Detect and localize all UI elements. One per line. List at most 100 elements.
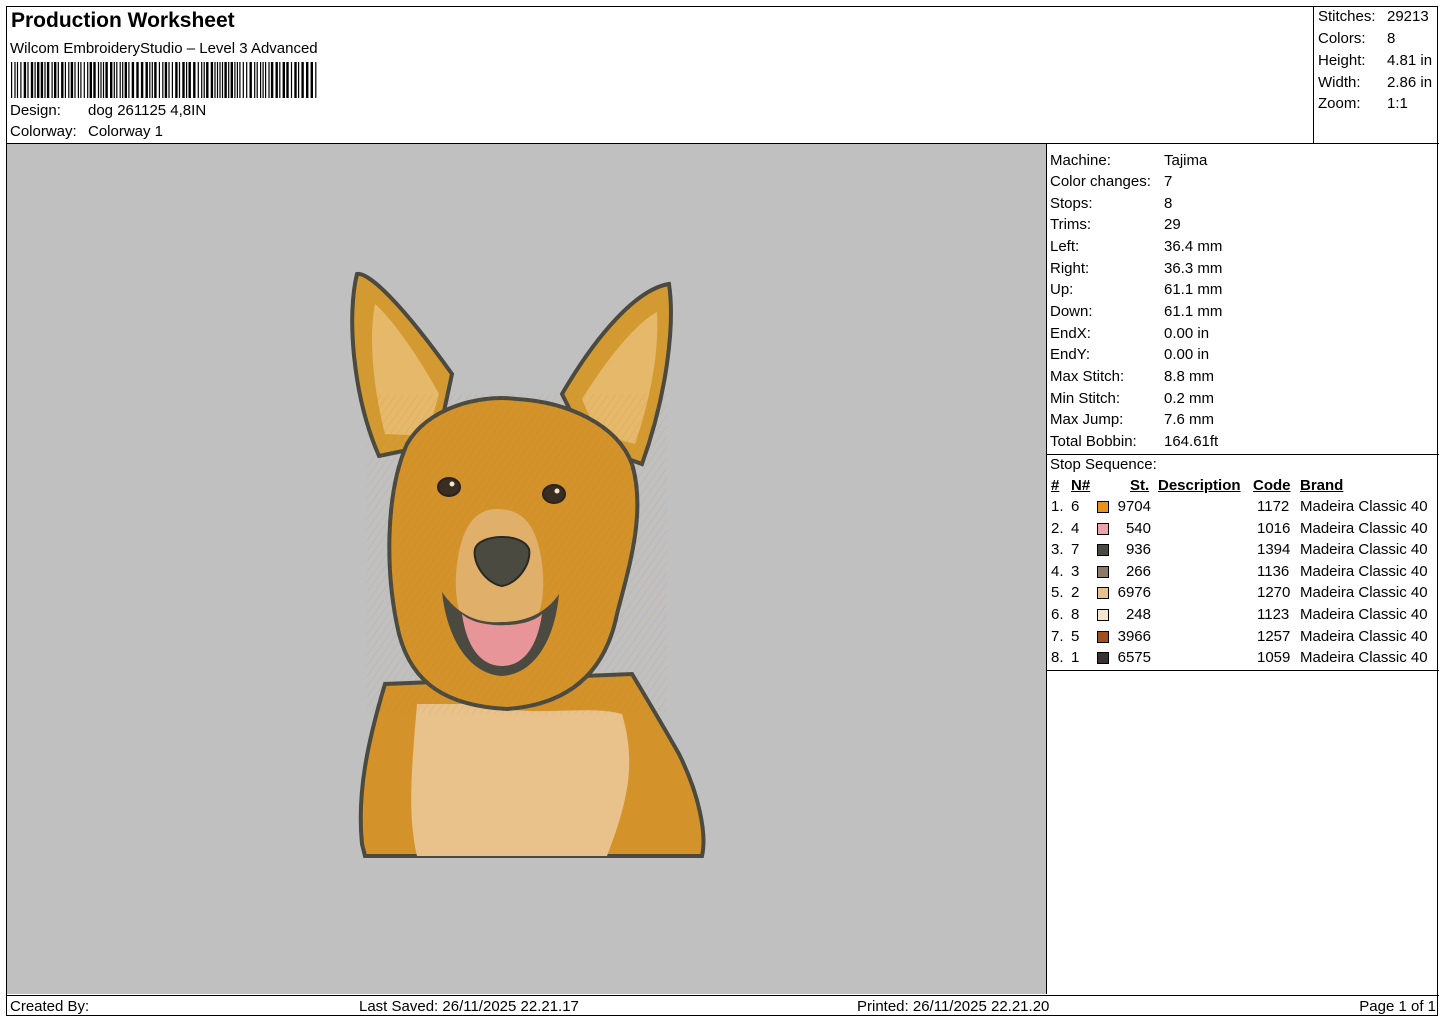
thread-color-swatch: [1097, 587, 1109, 600]
production-worksheet: Production Worksheet Wilcom EmbroiderySt…: [6, 6, 1439, 1017]
thread-code: 1257: [1257, 627, 1291, 645]
barcode-bar: [197, 62, 199, 98]
info-max-jump: Max Jump: 7.6 mm: [1050, 411, 1430, 432]
info-value: 8.8 mm: [1164, 368, 1215, 385]
stop-needle: 5: [1071, 627, 1080, 645]
barcode-bar: [286, 62, 289, 98]
barcode-bar: [68, 62, 70, 98]
col-header-brand: Brand: [1300, 477, 1344, 494]
barcode-bar: [186, 62, 188, 98]
divider: [1047, 670, 1439, 671]
summary-width: Width: 2.86 in: [1318, 74, 1438, 94]
barcode-bar: [151, 62, 153, 98]
thread-code: 1136: [1257, 562, 1290, 580]
barcode-bar: [260, 62, 262, 98]
info-color-changes: Color changes: 7: [1050, 173, 1430, 194]
barcode-bar: [219, 62, 221, 98]
info-label: EndX:: [1050, 325, 1091, 342]
dog-embroidery-image: [350, 271, 706, 858]
info-machine: Machine: Tajima: [1050, 152, 1430, 173]
stop-index: 7.: [1051, 627, 1064, 645]
page-number: Page 1 of 1: [1359, 998, 1436, 1015]
barcode-bar: [193, 62, 196, 98]
info-value: 0.00 in: [1164, 325, 1210, 342]
info-down: Down: 61.1 mm: [1050, 303, 1430, 324]
stop-row: 1. 6 9704 1172 Madeira Classic 40: [1047, 498, 1439, 519]
design-summary: Stitches: 29213 Colors: 8 Height: 4.81 i…: [1314, 7, 1439, 144]
stop-row: 6. 8 248 1123 Madeira Classic 40: [1047, 606, 1439, 627]
barcode-bar: [122, 62, 124, 98]
barcode-bar: [224, 62, 227, 98]
info-total-bobbin: Total Bobbin: 164.61ft: [1050, 433, 1430, 454]
info-right: Right: 36.3 mm: [1050, 260, 1430, 281]
barcode-bar: [14, 62, 16, 98]
barcode-bar: [23, 62, 27, 98]
design-label: Design:: [10, 102, 61, 119]
stop-index: 1.: [1051, 498, 1064, 515]
barcode-bar: [315, 62, 317, 98]
barcode-bar: [301, 62, 304, 98]
barcode-bar: [216, 62, 219, 98]
barcode-bar: [188, 62, 191, 98]
thread-brand: Madeira Classic 40: [1300, 606, 1428, 623]
worksheet-footer: Created By: Last Saved: 26/11/2025 22.21…: [7, 995, 1439, 1017]
stop-row: 4. 3 266 1136 Madeira Classic 40: [1047, 563, 1439, 584]
info-label: Max Jump:: [1050, 411, 1124, 428]
stop-stitches: 936: [1125, 541, 1151, 559]
info-up: Up: 61.1 mm: [1050, 281, 1430, 302]
barcode-bar: [262, 62, 264, 98]
summary-label: Zoom:: [1318, 95, 1361, 112]
barcode-bar: [70, 62, 74, 98]
barcode-bar: [100, 62, 102, 98]
stop-row: 3. 7 936 1394 Madeira Classic 40: [1047, 541, 1439, 562]
summary-label: Width:: [1318, 74, 1361, 91]
barcode-bar: [51, 62, 53, 98]
info-value: 8: [1164, 195, 1173, 212]
info-label: Min Stitch:: [1050, 390, 1121, 407]
info-value: 7: [1164, 173, 1173, 190]
barcode-bar: [27, 62, 29, 98]
barcode-bar: [44, 62, 46, 98]
barcode-bar: [30, 62, 34, 98]
barcode-bar: [97, 62, 100, 98]
info-label: Trims:: [1050, 216, 1092, 233]
barcode-bar: [268, 62, 270, 98]
thread-code: 1172: [1257, 498, 1290, 515]
summary-label: Height:: [1318, 52, 1366, 69]
barcode-bar: [279, 62, 281, 98]
info-label: Left:: [1050, 238, 1080, 255]
stop-stitches: 248: [1125, 606, 1151, 623]
summary-value: 8: [1387, 30, 1396, 47]
thread-color-swatch: [1097, 609, 1109, 621]
col-header-description: Description: [1158, 477, 1241, 494]
stop-index: 2.: [1051, 519, 1064, 537]
barcode-bar: [154, 62, 157, 98]
barcode-bar: [128, 62, 130, 98]
thread-code: 1270: [1257, 584, 1291, 602]
barcode-bar: [145, 62, 148, 98]
barcode-bar: [11, 62, 13, 98]
stop-needle: 8: [1071, 606, 1080, 623]
stop-index: 5.: [1051, 584, 1064, 602]
barcode-bar: [83, 62, 85, 98]
col-header-code: Code: [1253, 477, 1291, 494]
thread-color-swatch: [1097, 652, 1109, 665]
thread-color-swatch: [1097, 565, 1109, 578]
barcode-bar: [182, 62, 185, 98]
info-label: Machine:: [1050, 152, 1111, 169]
barcode-bar: [178, 62, 181, 98]
barcode-bar: [46, 62, 50, 98]
barcode-bar: [16, 62, 19, 98]
summary-value: 4.81 in: [1387, 52, 1433, 69]
info-value: 7.6 mm: [1164, 411, 1215, 428]
info-label: Right:: [1050, 260, 1090, 277]
barcode-bar: [298, 62, 300, 98]
barcode-bar: [34, 62, 36, 98]
stop-needle: 2: [1071, 584, 1080, 602]
stop-needle: 7: [1071, 541, 1080, 559]
info-label: Color changes:: [1050, 173, 1151, 190]
info-value: Tajima: [1164, 152, 1208, 169]
summary-zoom: Zoom: 1:1: [1318, 95, 1438, 115]
barcode-bar: [236, 62, 238, 98]
barcode-bar: [164, 62, 168, 98]
